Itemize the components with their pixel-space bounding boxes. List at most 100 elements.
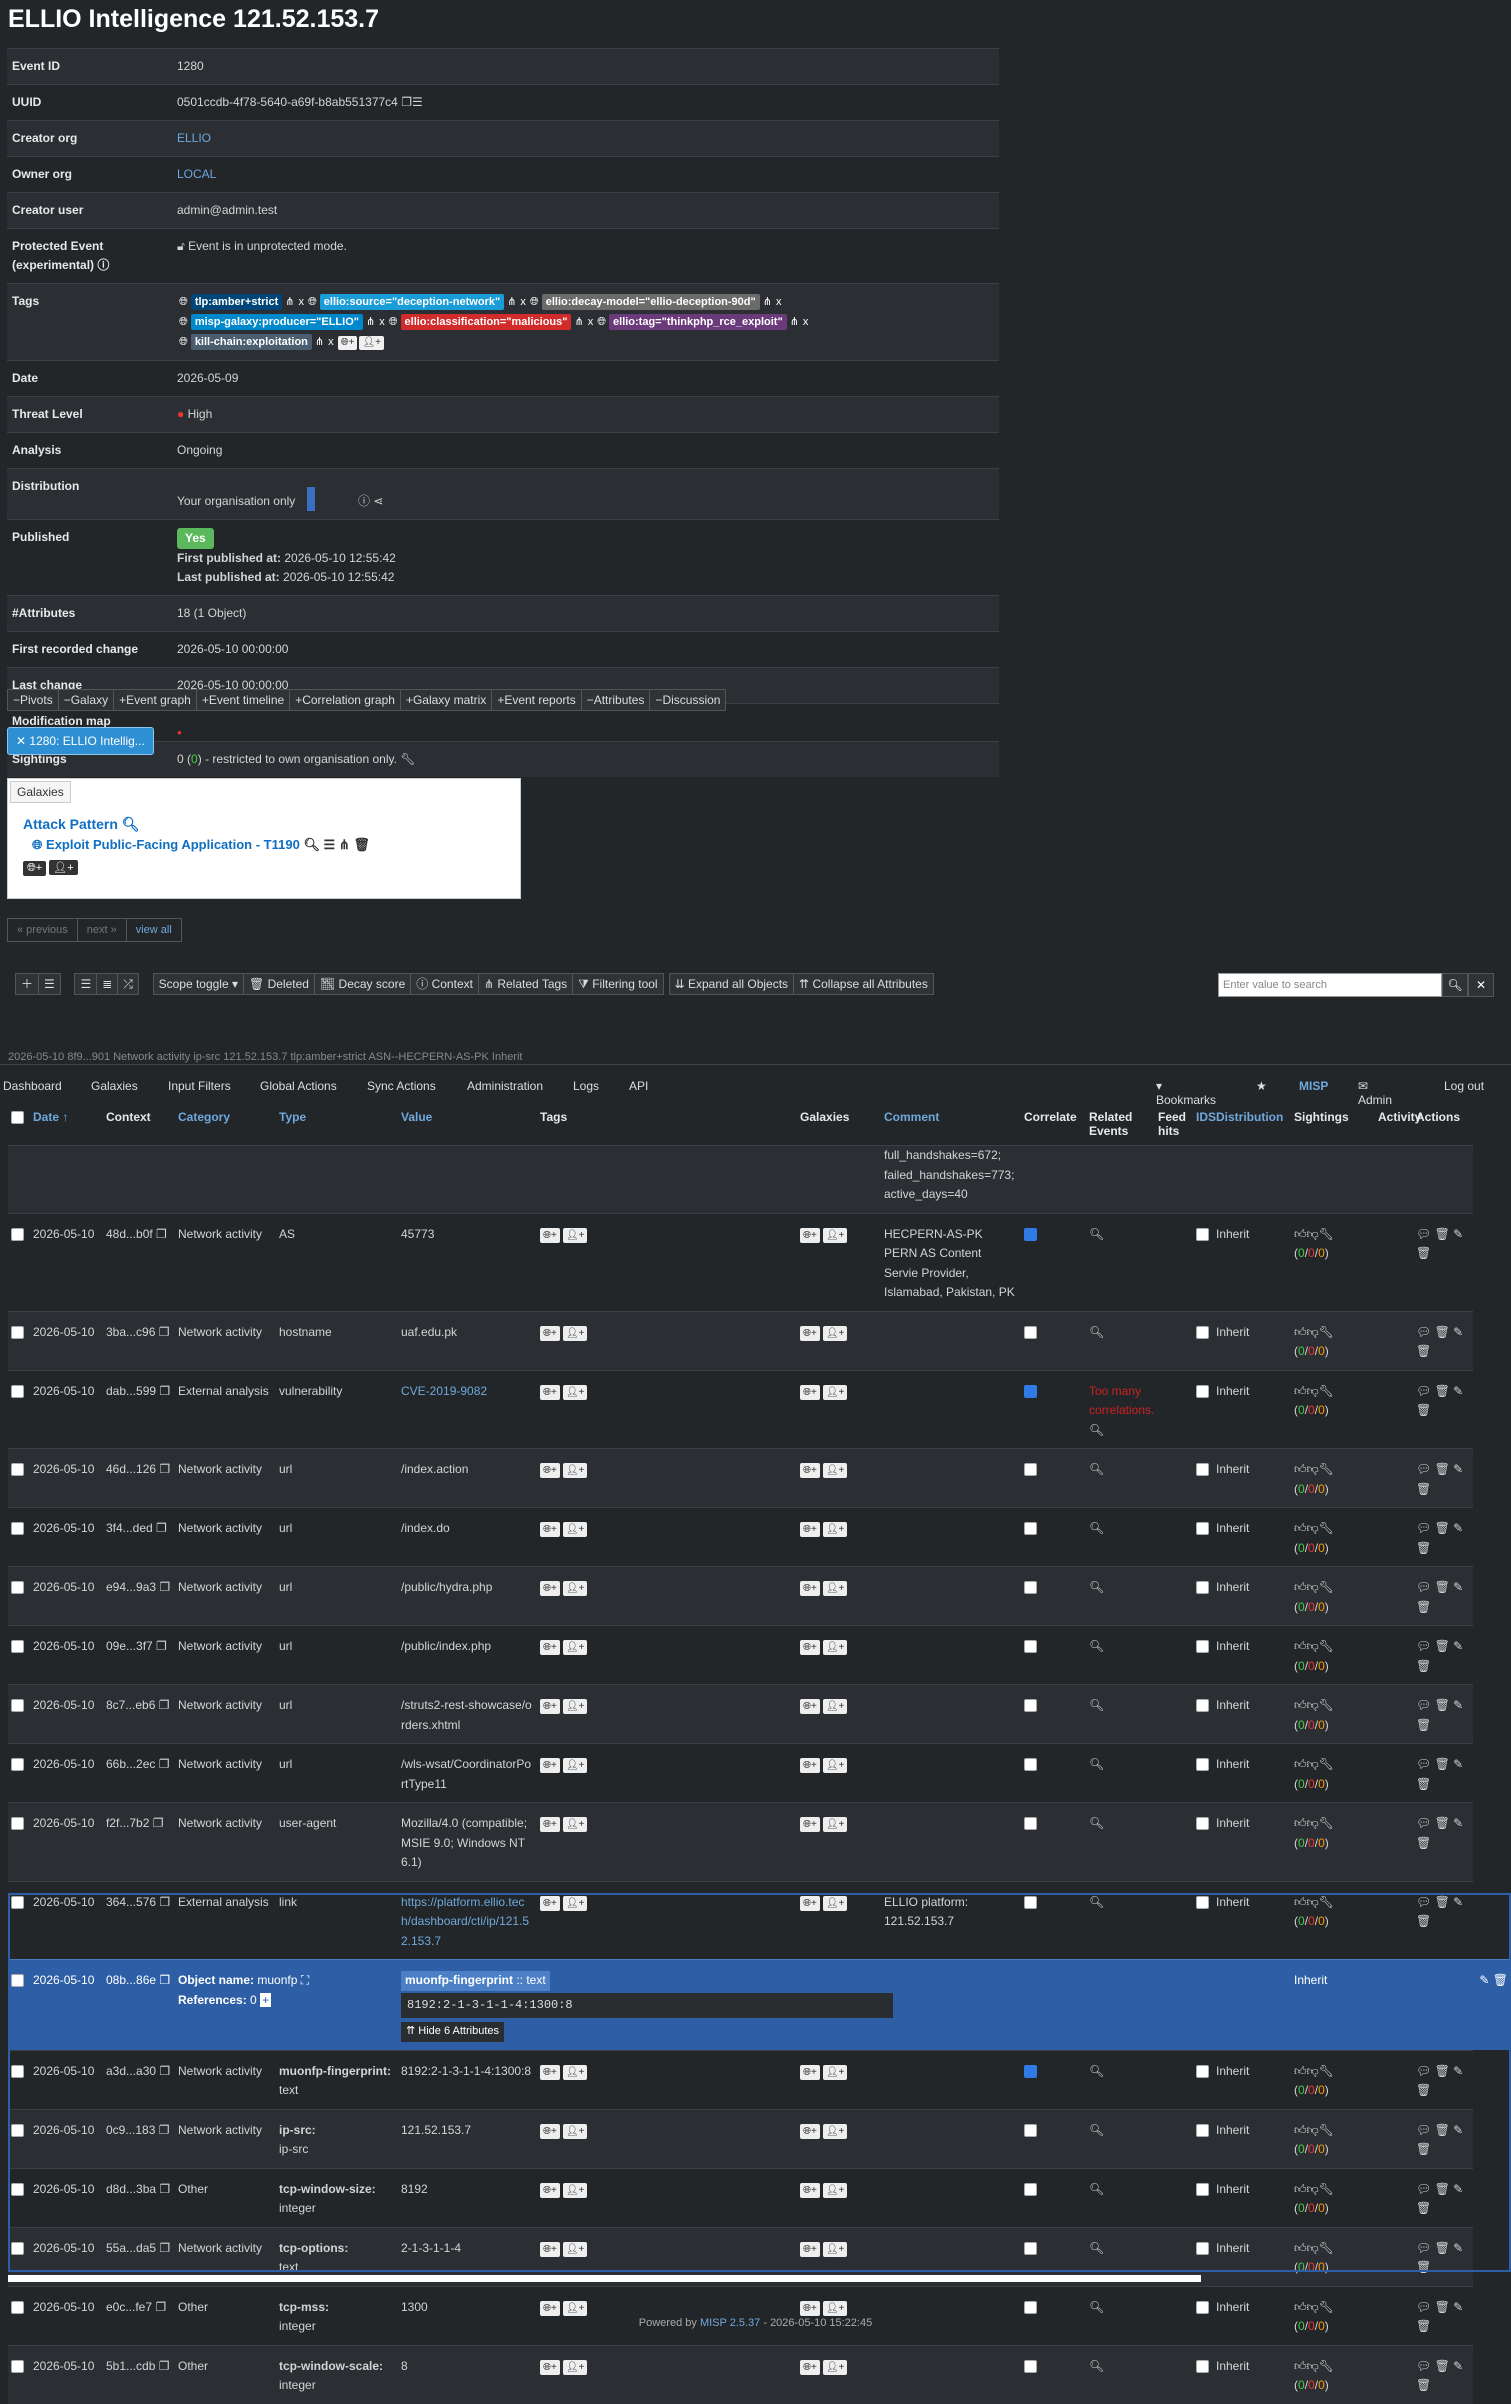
copy-icon[interactable]: ❐ [156, 2182, 170, 2196]
add-global-galaxy-button[interactable]: 🌐︎+ [800, 1895, 820, 1911]
comment-icon[interactable]: 💬︎ [1416, 2359, 1431, 2373]
remove-tag-icon[interactable]: x [328, 333, 334, 352]
add-local-galaxy-button[interactable]: 👤︎+ [822, 1758, 848, 1773]
horizontal-scrollbar[interactable] [8, 2275, 1201, 2282]
thumbs-down-icon[interactable]: 👎︎ [1307, 2300, 1319, 2314]
search-icon[interactable]: 🔍︎ [1089, 1816, 1104, 1830]
search-icon[interactable]: 🔍︎ [1089, 1227, 1104, 1241]
add-local-tag-button[interactable]: 👤︎+ [562, 2123, 588, 2139]
search-icon[interactable]: 🔍︎ [1089, 2359, 1104, 2373]
nav-bookmarks[interactable]: Bookmarks ▾ [1156, 1079, 1216, 1107]
correlate-checkbox[interactable] [1024, 1758, 1037, 1772]
thumbs-down-icon[interactable]: 👎︎ [1307, 1384, 1319, 1398]
ids-checkbox[interactable] [1196, 2182, 1209, 2196]
toolbar-collapse-all-attributes[interactable]: ⇈ Collapse all Attributes [793, 973, 934, 995]
edit-icon[interactable]: ✎ [1453, 1325, 1463, 1339]
col-distribution[interactable]: Distribution [1213, 1105, 1291, 1146]
add-attribute-button[interactable]: ＋ [15, 973, 40, 995]
correlate-checkbox[interactable] [1024, 2300, 1037, 2314]
row-checkbox[interactable] [11, 1325, 24, 1339]
wrench-icon[interactable]: 🔧︎ [1319, 1580, 1334, 1594]
wrench-icon[interactable]: 🔧︎ [1319, 1521, 1334, 1535]
add-global-tag-button[interactable]: 🌐︎+ [540, 1384, 560, 1400]
tag-badge[interactable]: misp-galaxy:producer="ELLIO" [190, 314, 363, 330]
search-icon[interactable]: 🔍︎ [1089, 1757, 1104, 1771]
add-local-galaxy-button[interactable]: 👤︎+ [822, 2123, 848, 2139]
copy-icon[interactable]: ❐ [155, 2359, 170, 2373]
toggle-pivots[interactable]: −Pivots [7, 689, 59, 711]
remove-tag-icon[interactable]: x [298, 293, 304, 312]
copy-icon[interactable]: ❐ [155, 2123, 170, 2137]
trash-icon[interactable]: 🗑︎ [1416, 1600, 1431, 1614]
toolbar-context[interactable]: ⓘ Context [410, 973, 479, 995]
row-checkbox[interactable] [11, 2064, 24, 2078]
wrench-icon[interactable]: 🔧︎ [1319, 2359, 1334, 2373]
col-comment[interactable]: Comment [881, 1105, 1021, 1146]
nav-api[interactable]: API [629, 1079, 648, 1093]
list-icon[interactable]: ☰ [412, 95, 423, 109]
delete-icon[interactable]: 🗑︎ [1435, 1895, 1450, 1909]
edit-icon[interactable]: ✎ [1453, 1462, 1463, 1476]
correlate-checkbox[interactable] [1024, 1699, 1037, 1713]
ids-checkbox[interactable] [1196, 1325, 1209, 1339]
thumbs-down-icon[interactable]: 👎︎ [1307, 2064, 1319, 2078]
add-local-tag-button[interactable]: 👤︎+ [562, 1817, 588, 1832]
thumbs-up-icon[interactable]: 👍︎ [1294, 2359, 1307, 2373]
thumbs-up-icon[interactable]: 👍︎ [1294, 2123, 1307, 2137]
add-local-tag-button[interactable]: 👤︎+ [562, 1463, 588, 1478]
info-icon[interactable]: ⓘ [97, 258, 109, 272]
share-icon[interactable]: ⋖ [373, 494, 383, 508]
col-category[interactable]: Category [175, 1105, 276, 1146]
misp-version-link[interactable]: MISP 2.5.37 [700, 2317, 760, 2329]
add-local-galaxy-button[interactable]: 👤︎+ [822, 1581, 848, 1596]
add-global-tag-button[interactable]: 🌐︎+ [540, 1325, 560, 1341]
thumbs-down-icon[interactable]: 👎︎ [1307, 2123, 1319, 2137]
add-global-galaxy-button[interactable]: 🌐︎+ [800, 1758, 820, 1773]
trash-icon[interactable]: 🗑︎ [1416, 1777, 1431, 1791]
nav-misp[interactable]: MISP [1299, 1079, 1328, 1093]
nav-dashboard[interactable]: Dashboard [3, 1079, 62, 1093]
row-checkbox[interactable] [11, 1895, 24, 1909]
copy-icon[interactable]: ❐ [156, 1973, 170, 1987]
search-icon[interactable]: 🔍︎ [1089, 2123, 1104, 2137]
add-global-galaxy-button[interactable]: 🌐︎+ [800, 1699, 820, 1714]
search-icon[interactable]: 🔍︎ [122, 816, 140, 832]
thumbs-up-icon[interactable]: 👍︎ [1294, 1462, 1307, 1476]
add-local-galaxy-button[interactable]: 👤︎+ [822, 1640, 848, 1655]
edit-icon[interactable]: ✎ [1453, 1639, 1463, 1653]
row-value[interactable]: CVE-2019-9082 [398, 1369, 537, 1449]
add-local-galaxy-button[interactable]: 👤︎+ [822, 1699, 848, 1714]
galaxy-cluster-title[interactable]: Attack Pattern [23, 816, 118, 832]
add-global-tag-button[interactable]: 🌐︎+ [540, 1817, 560, 1832]
add-global-galaxy-button[interactable]: 🌐︎+ [23, 861, 47, 876]
toolbar-expand-all-objects[interactable]: ⇊ Expand all Objects [668, 973, 795, 995]
add-local-galaxy-button[interactable]: 👤︎+ [822, 2300, 848, 2316]
row-checkbox[interactable] [11, 2123, 24, 2137]
thumbs-down-icon[interactable]: 👎︎ [1307, 1698, 1319, 1712]
wrench-icon[interactable]: 🔧︎ [1319, 2300, 1334, 2314]
remove-tag-icon[interactable]: x [588, 313, 594, 332]
wrench-icon[interactable]: 🔧︎ [1319, 1462, 1334, 1476]
thumbs-up-icon[interactable]: 👍︎ [1294, 1325, 1307, 1339]
thumbs-down-icon[interactable]: 👎︎ [1307, 1639, 1319, 1653]
row-checkbox[interactable] [11, 1522, 24, 1536]
tag-relationship-icon[interactable]: ⋔ [763, 293, 772, 312]
galaxy-item-link[interactable]: Exploit Public-Facing Application - T119… [46, 837, 300, 852]
copy-icon[interactable]: ❐ [152, 2300, 166, 2314]
edit-icon[interactable]: ✎ [1453, 1580, 1463, 1594]
copy-icon[interactable]: ❐ [155, 1698, 170, 1712]
wrench-icon[interactable]: 🔧︎ [1319, 1698, 1334, 1712]
object-checkbox[interactable] [11, 1974, 24, 1988]
row-checkbox[interactable] [11, 1227, 24, 1241]
toggle-attributes[interactable]: −Attributes [580, 689, 651, 711]
edit-icon[interactable]: ✎ [1453, 2359, 1463, 2373]
edit-icon[interactable]: ✎ [1479, 1973, 1489, 1987]
creator-org-link[interactable]: ELLIO [177, 131, 211, 145]
copy-icon[interactable]: ❐ [156, 1384, 170, 1398]
thumbs-up-icon[interactable]: 👍︎ [1294, 2064, 1307, 2078]
wrench-icon[interactable]: 🔧︎ [400, 752, 415, 766]
add-local-galaxy-button[interactable]: 👤︎+ [822, 1817, 848, 1832]
remove-tag-icon[interactable]: x [379, 313, 385, 332]
add-global-galaxy-button[interactable]: 🌐︎+ [800, 1325, 820, 1341]
edit-icon[interactable]: ✎ [1453, 1384, 1463, 1398]
